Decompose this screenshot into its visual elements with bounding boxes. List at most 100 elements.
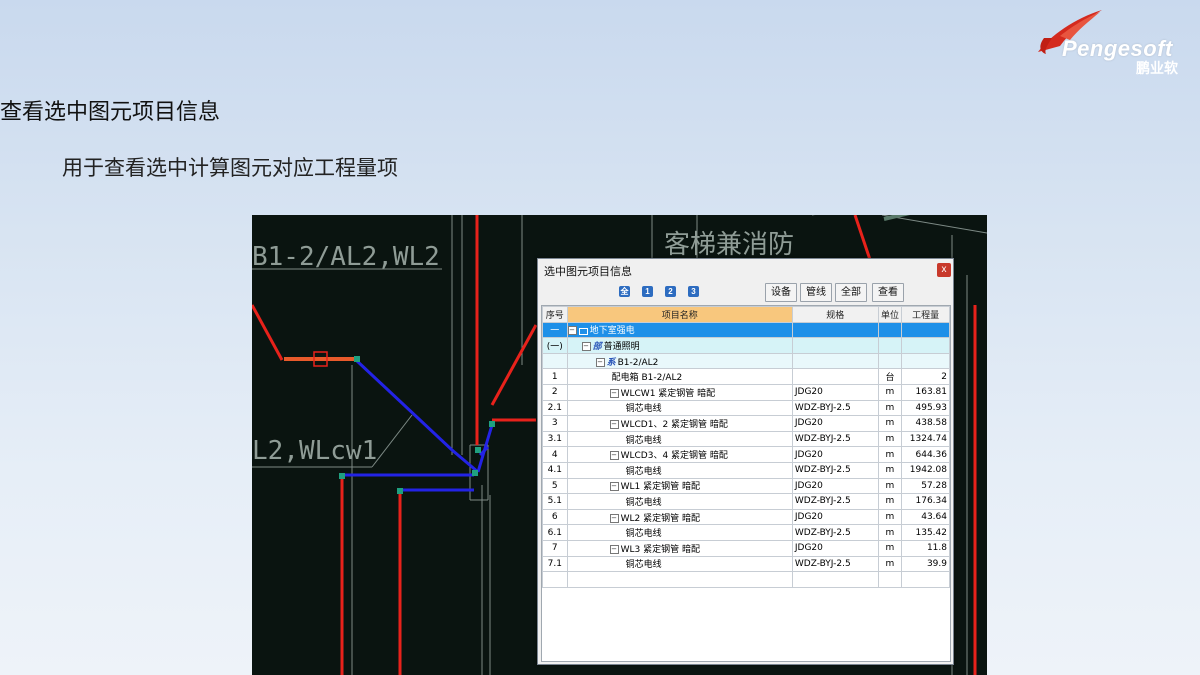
cell-no: 3 (542, 415, 568, 432)
cell-qty: 135.42 (901, 524, 950, 541)
empty-cell (566, 571, 793, 588)
cell-no (542, 352, 568, 370)
table-row[interactable]: 6.1 铜芯电线 WDZ-BYJ-2.5 m 135.42 (542, 524, 950, 541)
collapse-icon[interactable]: − (568, 326, 577, 336)
cell-unit: m (877, 415, 903, 432)
cell-name: 铜芯电线 (566, 430, 793, 448)
empty-cell (901, 571, 950, 588)
cell-qty: 163.81 (901, 383, 950, 401)
cell-spec: WDZ-BYJ-2.5 (791, 493, 879, 510)
collapse-icon[interactable]: − (609, 451, 619, 461)
selected-element-info-dialog: 选中图元项目信息 x 全 1 2 3 设备 管线 全部 查看 序号 项目名称 规… (537, 258, 954, 665)
table-row[interactable]: 7− WL3 紧定钢管 暗配 JDG20 m 11.8 (542, 539, 950, 557)
empty-cell (791, 571, 879, 588)
cell-qty (901, 321, 950, 339)
cell-qty: 1324.74 (901, 430, 950, 448)
table-row[interactable]: 4− WLCD3、4 紧定钢管 暗配 JDG20 m 644.36 (542, 446, 950, 463)
cell-unit: m (877, 461, 903, 479)
close-icon[interactable]: x (937, 263, 951, 277)
cell-no: 7.1 (542, 555, 568, 573)
table-row[interactable]: 一 − 地下室强电 (542, 321, 950, 339)
cell-unit: m (877, 555, 903, 573)
cell-no: 4 (542, 446, 568, 463)
cell-spec: JDG20 (791, 415, 879, 432)
cell-spec (791, 337, 879, 354)
table-row[interactable]: 3.1 铜芯电线 WDZ-BYJ-2.5 m 1324.74 (542, 430, 950, 448)
cell-qty: 438.58 (901, 415, 950, 432)
quantity-table: 序号 项目名称 规格 单位 工程量 一 − 地下室强电 (一) − 部普通照明 − 系 B1-2… (541, 305, 951, 662)
col-qty[interactable]: 工程量 (901, 306, 950, 323)
table-row[interactable]: (一) − 部普通照明 (542, 337, 950, 354)
cell-no: 5 (542, 477, 568, 495)
cad-label-b1: B1-2/AL2,WL2 (252, 242, 440, 272)
cell-name: − WLCW1 紧定钢管 暗配 (566, 383, 793, 401)
table-row[interactable]: 7.1 铜芯电线 WDZ-BYJ-2.5 m 39.9 (542, 555, 950, 573)
cell-name: − WLCD3、4 紧定钢管 暗配 (566, 446, 793, 463)
collapse-icon[interactable]: − (609, 513, 619, 523)
view-button[interactable]: 查看 (872, 283, 904, 302)
cell-spec: JDG20 (791, 446, 879, 463)
pipeline-button[interactable]: 管线 (800, 283, 832, 302)
item-name: B1-2/AL2 (617, 357, 659, 368)
cell-qty: 644.36 (901, 446, 950, 463)
quantity-grid: 序号 项目名称 规格 单位 工程量 一 − 地下室强电 (一) − 部普通照明 − 系 B1-2… (542, 306, 950, 588)
all-button[interactable]: 全部 (835, 283, 867, 302)
collapse-icon[interactable]: − (609, 482, 619, 492)
cell-unit (877, 352, 903, 370)
cell-name: 铜芯电线 (566, 524, 793, 541)
item-name: 配电箱 B1-2/AL2 (611, 373, 683, 384)
cell-qty: 2 (901, 368, 950, 385)
cell-no: 5.1 (542, 493, 568, 510)
collapse-icon[interactable]: − (581, 341, 591, 351)
level-3-button[interactable]: 3 (688, 286, 699, 297)
table-row[interactable]: 6− WL2 紧定钢管 暗配 JDG20 m 43.64 (542, 508, 950, 526)
collapse-icon[interactable]: − (609, 419, 619, 429)
item-name: 地下室强电 (589, 326, 635, 337)
cell-spec: JDG20 (791, 383, 879, 401)
cell-name: 铜芯电线 (566, 493, 793, 510)
col-spec[interactable]: 规格 (791, 306, 879, 323)
col-unit[interactable]: 单位 (877, 306, 903, 323)
table-row[interactable]: 2− WLCW1 紧定钢管 暗配 JDG20 m 163.81 (542, 383, 950, 401)
col-no[interactable]: 序号 (542, 306, 568, 323)
table-row[interactable]: 3− WLCD1、2 紧定钢管 暗配 JDG20 m 438.58 (542, 415, 950, 432)
col-name[interactable]: 项目名称 (566, 306, 793, 323)
item-name: WL2 紧定钢管 暗配 (620, 513, 700, 524)
level-1-button[interactable]: 1 (642, 286, 653, 297)
level-all-button[interactable]: 全 (619, 286, 630, 297)
table-row[interactable]: 4.1 铜芯电线 WDZ-BYJ-2.5 m 1942.08 (542, 461, 950, 479)
tree-tag: 部 (592, 341, 602, 352)
collapse-icon[interactable]: − (595, 357, 605, 367)
cell-name: − 系 B1-2/AL2 (566, 352, 793, 370)
equipment-button[interactable]: 设备 (765, 283, 797, 302)
cell-qty (901, 337, 950, 354)
cell-spec: WDZ-BYJ-2.5 (791, 461, 879, 479)
collapse-icon[interactable]: − (609, 388, 619, 398)
cell-no: (一) (542, 337, 568, 354)
cell-no: 1 (542, 368, 568, 385)
table-row[interactable]: 5.1 铜芯电线 WDZ-BYJ-2.5 m 176.34 (542, 493, 950, 510)
item-name: WLCW1 紧定钢管 暗配 (620, 388, 716, 399)
item-name: 铜芯电线 (625, 529, 662, 540)
table-row[interactable]: 2.1 铜芯电线 WDZ-BYJ-2.5 m 495.93 (542, 399, 950, 417)
collapse-icon[interactable]: − (609, 544, 619, 554)
item-name: 铜芯电线 (625, 466, 662, 477)
cell-name: − 地下室强电 (566, 321, 793, 339)
item-name: WLCD1、2 紧定钢管 暗配 (620, 419, 728, 430)
cell-name: − WLCD1、2 紧定钢管 暗配 (566, 415, 793, 432)
cell-name: − WL1 紧定钢管 暗配 (566, 477, 793, 495)
cell-qty: 495.93 (901, 399, 950, 417)
item-name: WLCD3、4 紧定钢管 暗配 (620, 451, 728, 462)
level-2-button[interactable]: 2 (665, 286, 676, 297)
item-name: 普通照明 (603, 341, 640, 352)
cad-nodes (339, 356, 495, 494)
cell-unit: m (877, 383, 903, 401)
table-row[interactable]: − 系 B1-2/AL2 (542, 352, 950, 370)
table-row[interactable]: 1 配电箱 B1-2/AL2 台 2 (542, 368, 950, 385)
cell-no: 7 (542, 539, 568, 557)
table-row[interactable]: 5− WL1 紧定钢管 暗配 JDG20 m 57.28 (542, 477, 950, 495)
cell-unit (877, 321, 903, 339)
cell-qty: 57.28 (901, 477, 950, 495)
cell-unit: 台 (877, 368, 903, 385)
cell-unit (877, 337, 903, 354)
